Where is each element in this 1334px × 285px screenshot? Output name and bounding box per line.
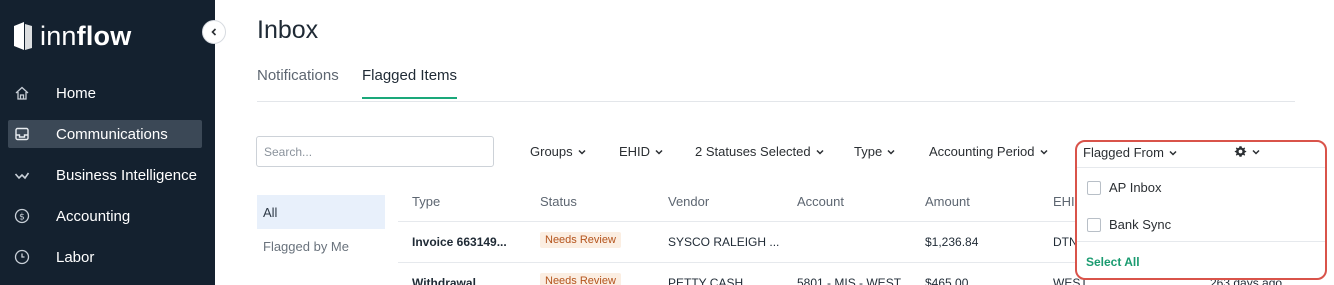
side-filter-flagged-by-me[interactable]: Flagged by Me: [257, 229, 385, 263]
sidebar: innflow Home Communications Business Int…: [0, 0, 215, 285]
side-filter-all[interactable]: All: [257, 195, 385, 229]
option-label: AP Inbox: [1109, 180, 1162, 195]
sidebar-item-labor[interactable]: Labor: [8, 243, 202, 271]
select-all-link[interactable]: Select All: [1086, 255, 1140, 269]
sidebar-item-accounting[interactable]: $ Accounting: [8, 202, 202, 230]
chevron-down-icon: [1039, 149, 1048, 155]
tab-bar: Notifications Flagged Items: [257, 62, 1295, 102]
column-header-account[interactable]: Account: [797, 194, 844, 209]
chevron-down-icon: [1252, 149, 1260, 155]
status-filter-dropdown[interactable]: 2 Statuses Selected: [695, 144, 825, 159]
option-ap-inbox[interactable]: AP Inbox: [1087, 180, 1162, 195]
cell-account: 5801 - MIS - WEST: [797, 276, 902, 285]
sidebar-item-communications[interactable]: Communications: [8, 120, 202, 148]
cell-ehid: DTN: [1053, 235, 1078, 249]
page-title: Inbox: [257, 16, 319, 44]
sidebar-item-label: Home: [56, 84, 97, 102]
option-label: Bank Sync: [1109, 217, 1172, 232]
chevron-down-icon: [1169, 150, 1177, 156]
sidebar-item-label: Communications: [56, 125, 168, 143]
table-row-divider: [398, 262, 1098, 263]
dollar-circle-icon: $: [14, 208, 30, 224]
column-settings-button[interactable]: [1234, 145, 1261, 158]
ehid-filter-label: EHID: [619, 144, 651, 159]
innflow-logo[interactable]: innflow: [12, 18, 131, 54]
tab-flagged-items[interactable]: Flagged Items: [362, 67, 458, 99]
flagged-from-dropdown-panel: Flagged From AP Inbox Bank Sync Select A…: [1075, 140, 1327, 280]
trend-line-icon: [14, 172, 30, 180]
chevron-down-icon: [578, 149, 586, 155]
accounting-period-filter-dropdown[interactable]: Accounting Period: [929, 144, 1049, 159]
status-badge: Needs Review: [540, 273, 621, 285]
gear-icon: [1234, 146, 1247, 157]
status-badge: Needs Review: [540, 232, 621, 248]
logo-text: innflow: [40, 20, 132, 51]
svg-text:$: $: [19, 213, 25, 223]
sidebar-item-label: Business Intelligence: [56, 166, 197, 184]
column-header-amount[interactable]: Amount: [925, 194, 970, 209]
column-header-vendor[interactable]: Vendor: [668, 194, 709, 209]
groups-filter-label: Groups: [530, 144, 573, 159]
accounting-period-filter-label: Accounting Period: [929, 144, 1035, 159]
groups-filter-dropdown[interactable]: Groups: [530, 144, 587, 159]
sidebar-item-business-intelligence[interactable]: Business Intelligence: [8, 161, 202, 189]
cell-type: Withdrawal: [412, 276, 476, 285]
collapse-sidebar-button[interactable]: [202, 20, 226, 44]
cell-vendor: SYSCO RALEIGH ...: [668, 235, 780, 249]
sidebar-item-label: Labor: [56, 248, 95, 266]
option-bank-sync[interactable]: Bank Sync: [1087, 217, 1171, 232]
tab-notifications[interactable]: Notifications: [257, 67, 339, 97]
type-filter-dropdown[interactable]: Type: [854, 144, 896, 159]
inbox-tray-icon: [15, 127, 29, 141]
column-header-type[interactable]: Type: [412, 194, 440, 209]
sidebar-item-label: Accounting: [56, 207, 131, 225]
column-header-status[interactable]: Status: [540, 194, 577, 209]
cell-vendor: PETTY CASH: [668, 276, 744, 285]
chevron-left-icon: [211, 28, 217, 36]
search-input[interactable]: [256, 136, 494, 167]
sidebar-item-home[interactable]: Home: [8, 79, 202, 107]
home-icon: [15, 86, 29, 100]
clock-icon: [14, 249, 30, 265]
panel-footer: Select All: [1077, 241, 1325, 279]
column-header-ehid[interactable]: EHI: [1053, 194, 1075, 209]
ap-inbox-checkbox[interactable]: [1087, 180, 1101, 195]
chevron-down-icon: [655, 149, 663, 155]
status-filter-label: 2 Statuses Selected: [695, 144, 811, 159]
logo-mark-icon: [14, 22, 32, 50]
bank-sync-checkbox[interactable]: [1087, 217, 1101, 232]
flagged-from-label: Flagged From: [1083, 145, 1164, 160]
table-row-divider: [398, 221, 1098, 222]
panel-header: Flagged From: [1077, 142, 1325, 168]
chevron-down-icon: [887, 149, 895, 155]
cell-type: Invoice 663149...: [412, 235, 507, 249]
chevron-down-icon: [816, 149, 824, 155]
cell-amount: $1,236.84: [925, 235, 979, 249]
type-filter-label: Type: [854, 144, 883, 159]
ehid-filter-dropdown[interactable]: EHID: [619, 144, 664, 159]
flagged-from-filter-dropdown[interactable]: Flagged From: [1083, 145, 1178, 160]
cell-amount: $465.00: [925, 276, 969, 285]
